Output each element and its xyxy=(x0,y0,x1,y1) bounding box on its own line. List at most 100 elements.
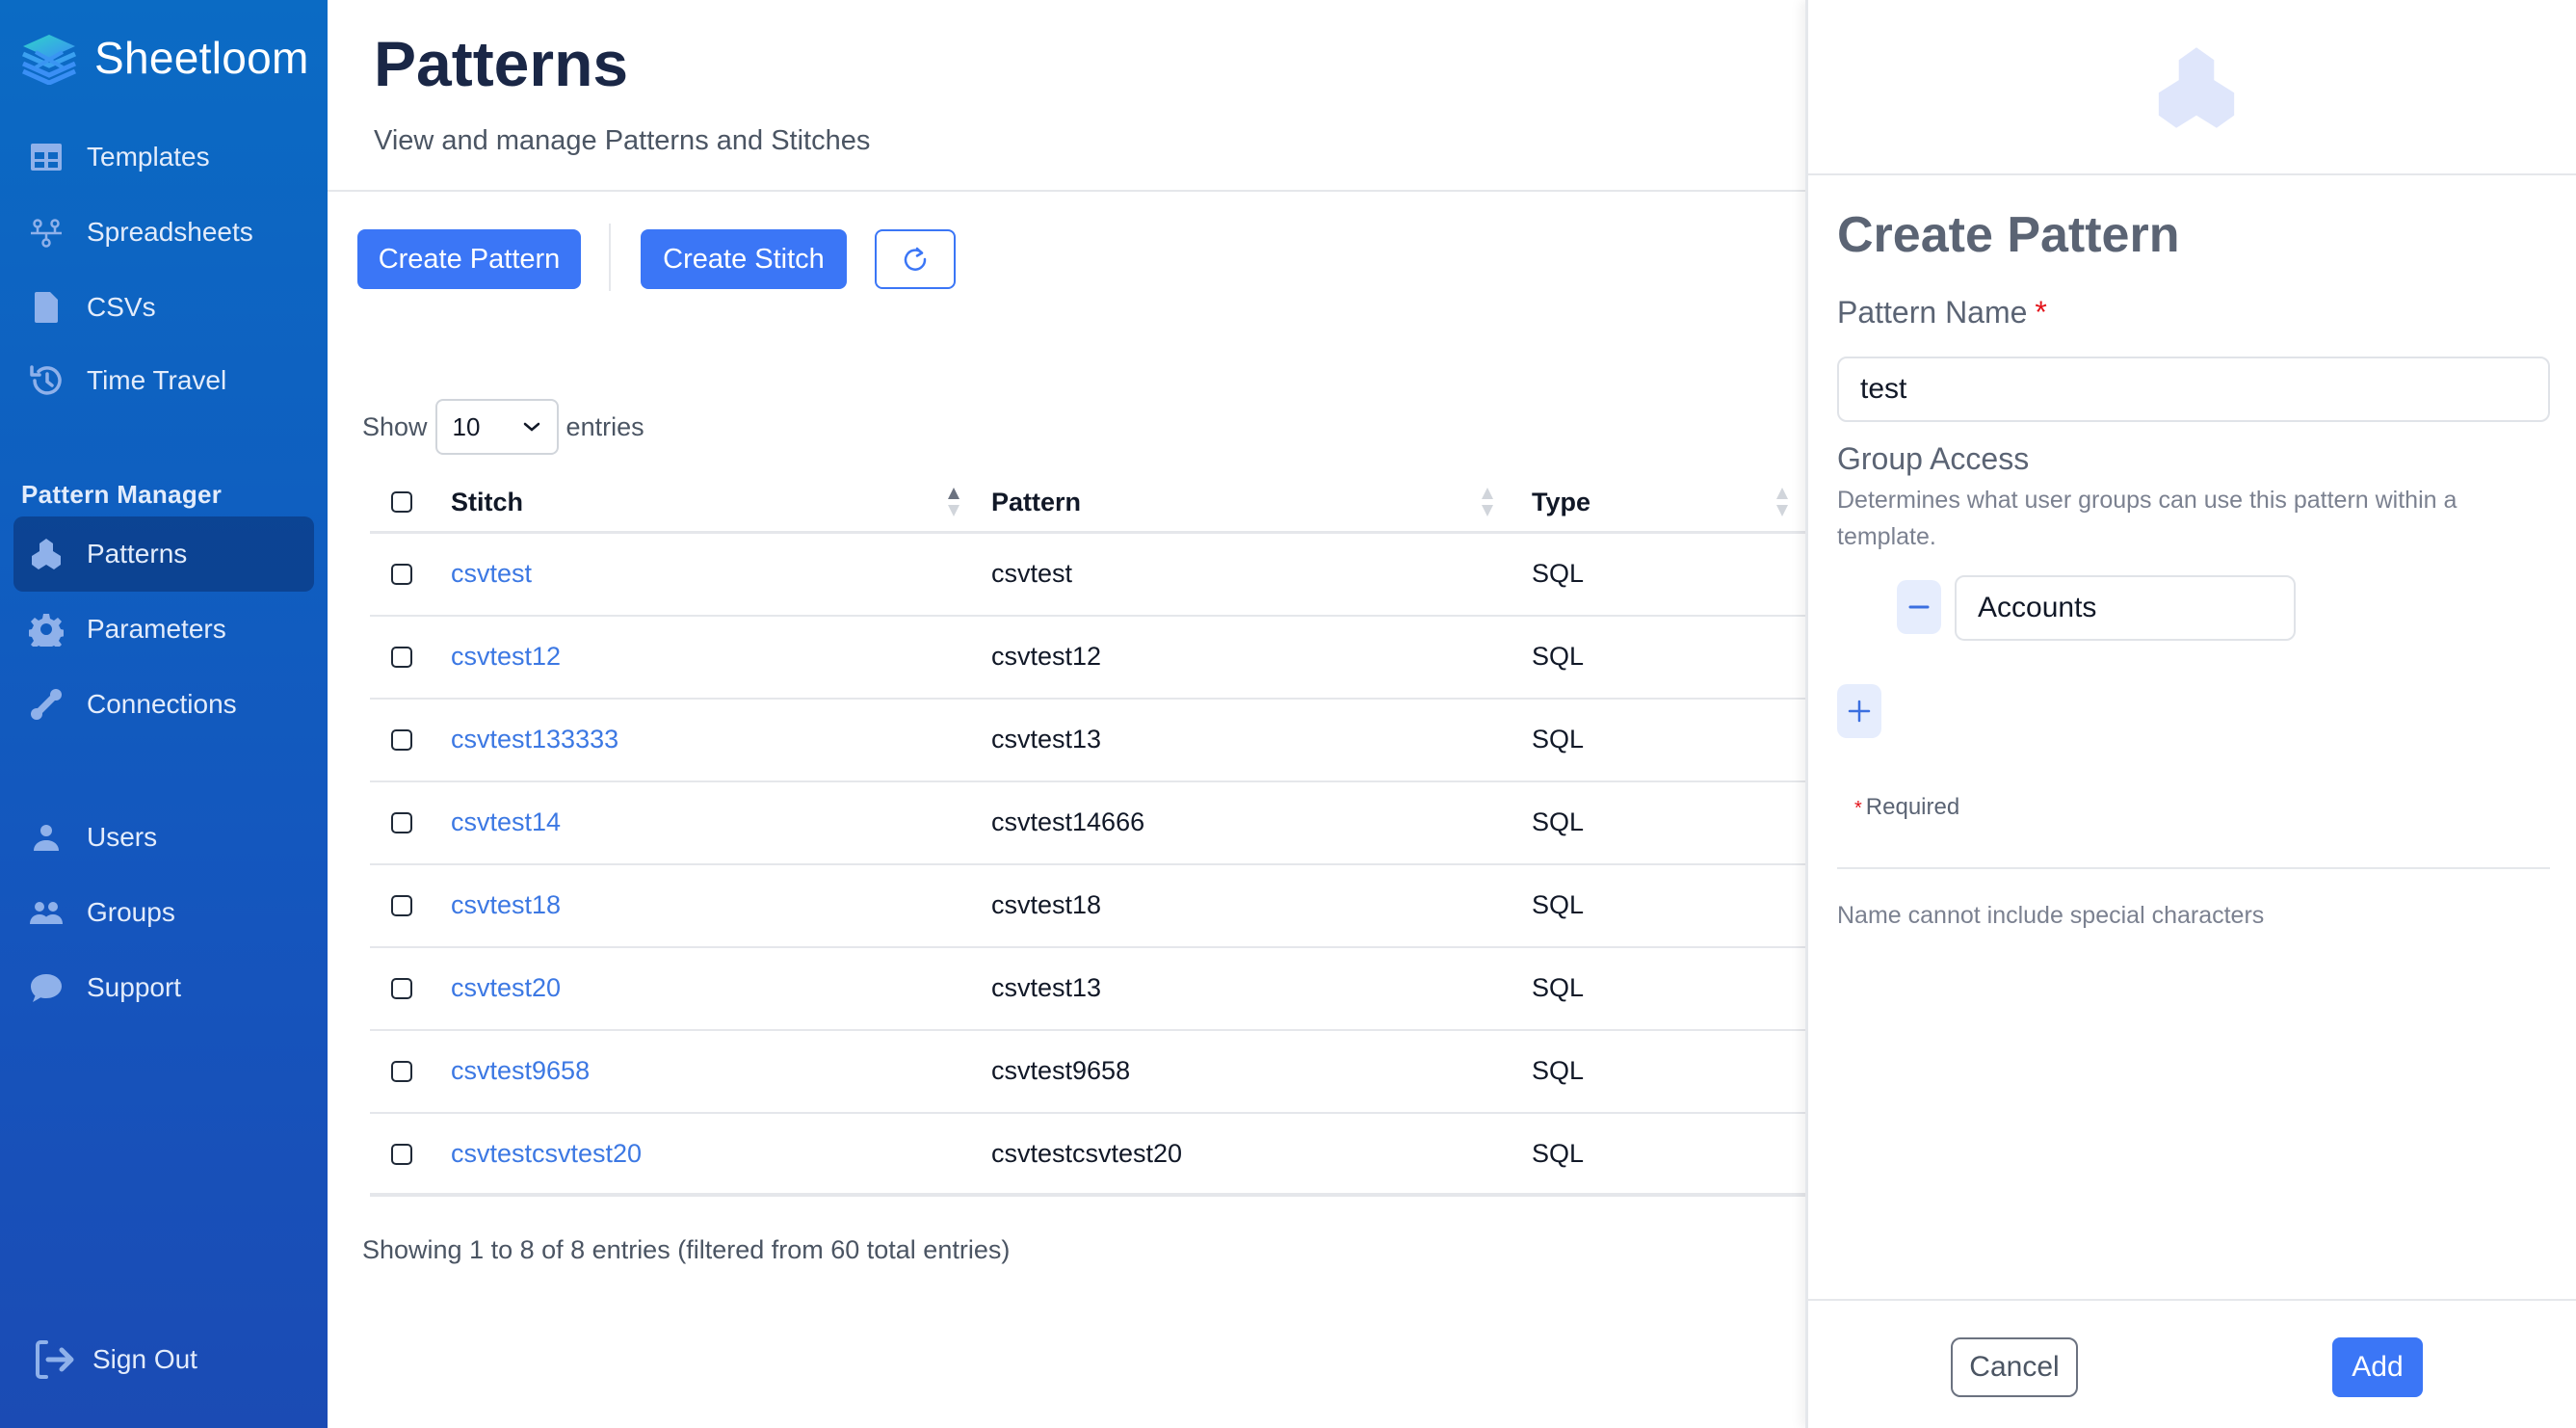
stitch-link[interactable]: csvtest14 xyxy=(451,807,561,837)
entries-label: entries xyxy=(565,411,644,441)
column-header-pattern[interactable]: Pattern xyxy=(991,488,1081,517)
add-button[interactable]: Add xyxy=(2332,1337,2423,1397)
table-header: Stitch Pattern Type xyxy=(370,470,1805,534)
row-checkbox[interactable] xyxy=(391,978,412,999)
panel-divider xyxy=(1837,867,2550,869)
type-cell: SQL xyxy=(1532,1056,1585,1085)
sort-asc-icon[interactable] xyxy=(946,486,961,518)
table-info: Showing 1 to 8 of 8 entries (filtered fr… xyxy=(362,1235,1011,1264)
page-size-value: 10 xyxy=(452,411,481,441)
sidebar-item-spreadsheets[interactable]: Spreadsheets xyxy=(13,195,314,270)
pattern-name-input[interactable] xyxy=(1837,357,2550,422)
sidebar-item-csvs[interactable]: CSVs xyxy=(13,270,314,345)
plus-icon xyxy=(1848,700,1871,723)
sheetloom-logo-icon xyxy=(21,35,77,85)
panel-footer: Cancel Add xyxy=(1808,1299,2576,1428)
stitch-link[interactable]: csvtest xyxy=(451,559,532,589)
row-checkbox[interactable] xyxy=(391,1061,412,1082)
gear-icon xyxy=(27,610,66,648)
file-icon xyxy=(27,288,66,327)
brand[interactable]: Sheetloom xyxy=(19,27,309,89)
type-cell: SQL xyxy=(1532,725,1585,754)
pattern-cell: csvtest xyxy=(991,559,1073,588)
stitch-link[interactable]: csvtest133333 xyxy=(451,725,618,754)
show-label: Show xyxy=(362,411,428,441)
required-note: * Required xyxy=(1854,794,1960,820)
sidebar: Sheetloom Templates Spreadsheets CSVs Ti… xyxy=(0,0,328,1428)
row-checkbox[interactable] xyxy=(391,647,412,668)
row-checkbox[interactable] xyxy=(391,895,412,916)
select-all-checkbox[interactable] xyxy=(391,491,412,513)
row-checkbox[interactable] xyxy=(391,729,412,751)
type-cell: SQL xyxy=(1532,890,1585,919)
pattern-cell: csvtest13 xyxy=(991,725,1102,754)
show-entries: Show 10 entries xyxy=(362,399,644,455)
header-divider xyxy=(328,190,1805,192)
stitch-link[interactable]: csvtest9658 xyxy=(451,1056,590,1086)
table-row: csvtest12 csvtest12 SQL xyxy=(370,617,1805,700)
group-input[interactable] xyxy=(1955,575,2296,641)
table-row: csvtest20 csvtest13 SQL xyxy=(370,948,1805,1031)
row-checkbox[interactable] xyxy=(391,1144,412,1165)
pattern-name-label: Pattern Name * xyxy=(1837,295,2047,330)
type-cell: SQL xyxy=(1532,973,1585,1002)
stitches-table: Stitch Pattern Type csvtest csvtest SQL csv… xyxy=(370,470,1805,1197)
sort-icon[interactable] xyxy=(1774,486,1790,518)
name-hint: Name cannot include special characters xyxy=(1837,902,2265,929)
sidebar-item-support[interactable]: Support xyxy=(13,950,314,1025)
sidebar-item-parameters[interactable]: Parameters xyxy=(13,592,314,667)
pattern-cell: csvtest13 xyxy=(991,973,1102,1002)
sidebar-item-groups[interactable]: Groups xyxy=(13,875,314,950)
pattern-cell: csvtest18 xyxy=(991,890,1102,919)
column-header-type[interactable]: Type xyxy=(1532,488,1590,517)
create-pattern-button[interactable]: Create Pattern xyxy=(357,229,581,289)
section-title-pattern-manager: Pattern Manager xyxy=(21,480,223,509)
toolbar-separator xyxy=(609,224,611,291)
sidebar-item-users[interactable]: Users xyxy=(13,800,314,875)
sidebar-item-patterns[interactable]: Patterns xyxy=(13,516,314,592)
chat-icon xyxy=(27,968,66,1007)
pattern-cell: csvtest9658 xyxy=(991,1056,1131,1085)
panel-title: Create Pattern xyxy=(1837,207,2180,263)
sign-out-button[interactable]: Sign Out xyxy=(13,1322,314,1397)
sign-out-icon xyxy=(29,1340,79,1379)
table-row: csvtestcsvtest20 csvtestcsvtest20 SQL xyxy=(370,1114,1805,1197)
cubes-icon xyxy=(27,535,66,573)
row-checkbox[interactable] xyxy=(391,812,412,833)
table-row: csvtest18 csvtest18 SQL xyxy=(370,865,1805,948)
add-group-button[interactable] xyxy=(1837,684,1881,738)
pattern-cell: csvtest12 xyxy=(991,642,1102,671)
page-size-select[interactable]: 10 xyxy=(434,399,559,455)
remove-group-button[interactable] xyxy=(1897,580,1941,634)
stitch-link[interactable]: csvtest18 xyxy=(451,890,561,920)
cubes-icon xyxy=(2158,47,2235,128)
group-access-label: Group Access xyxy=(1837,441,2030,476)
network-icon xyxy=(27,213,66,251)
create-stitch-button[interactable]: Create Stitch xyxy=(641,229,847,289)
table-body: csvtest csvtest SQL csvtest12 csvtest12 SQL cs… xyxy=(370,534,1805,1197)
column-header-stitch[interactable]: Stitch xyxy=(451,488,523,517)
sort-icon[interactable] xyxy=(1480,486,1495,518)
main-content: Patterns View and manage Patterns and St… xyxy=(328,0,1805,1428)
cancel-button[interactable]: Cancel xyxy=(1951,1337,2078,1397)
row-checkbox[interactable] xyxy=(391,564,412,585)
sidebar-item-templates[interactable]: Templates xyxy=(13,119,314,195)
required-star: * xyxy=(2035,295,2047,330)
stitch-link[interactable]: csvtest20 xyxy=(451,973,561,1003)
refresh-icon xyxy=(904,247,927,271)
required-star: * xyxy=(1854,798,1862,819)
users-icon xyxy=(27,893,66,932)
pattern-cell: csvtestcsvtest20 xyxy=(991,1139,1183,1168)
page-subtitle: View and manage Patterns and Stitches xyxy=(374,125,871,156)
pattern-cell: csvtest14666 xyxy=(991,807,1145,836)
type-cell: SQL xyxy=(1532,559,1585,588)
table-row: csvtest csvtest SQL xyxy=(370,534,1805,617)
refresh-button[interactable] xyxy=(875,229,956,289)
sidebar-item-time-travel[interactable]: Time Travel xyxy=(13,343,314,418)
stitch-link[interactable]: csvtestcsvtest20 xyxy=(451,1139,642,1169)
type-cell: SQL xyxy=(1532,642,1585,671)
sidebar-item-connections[interactable]: Connections xyxy=(13,667,314,742)
table-row: csvtest133333 csvtest13 SQL xyxy=(370,700,1805,782)
panel-header xyxy=(1808,0,2576,175)
stitch-link[interactable]: csvtest12 xyxy=(451,642,561,672)
